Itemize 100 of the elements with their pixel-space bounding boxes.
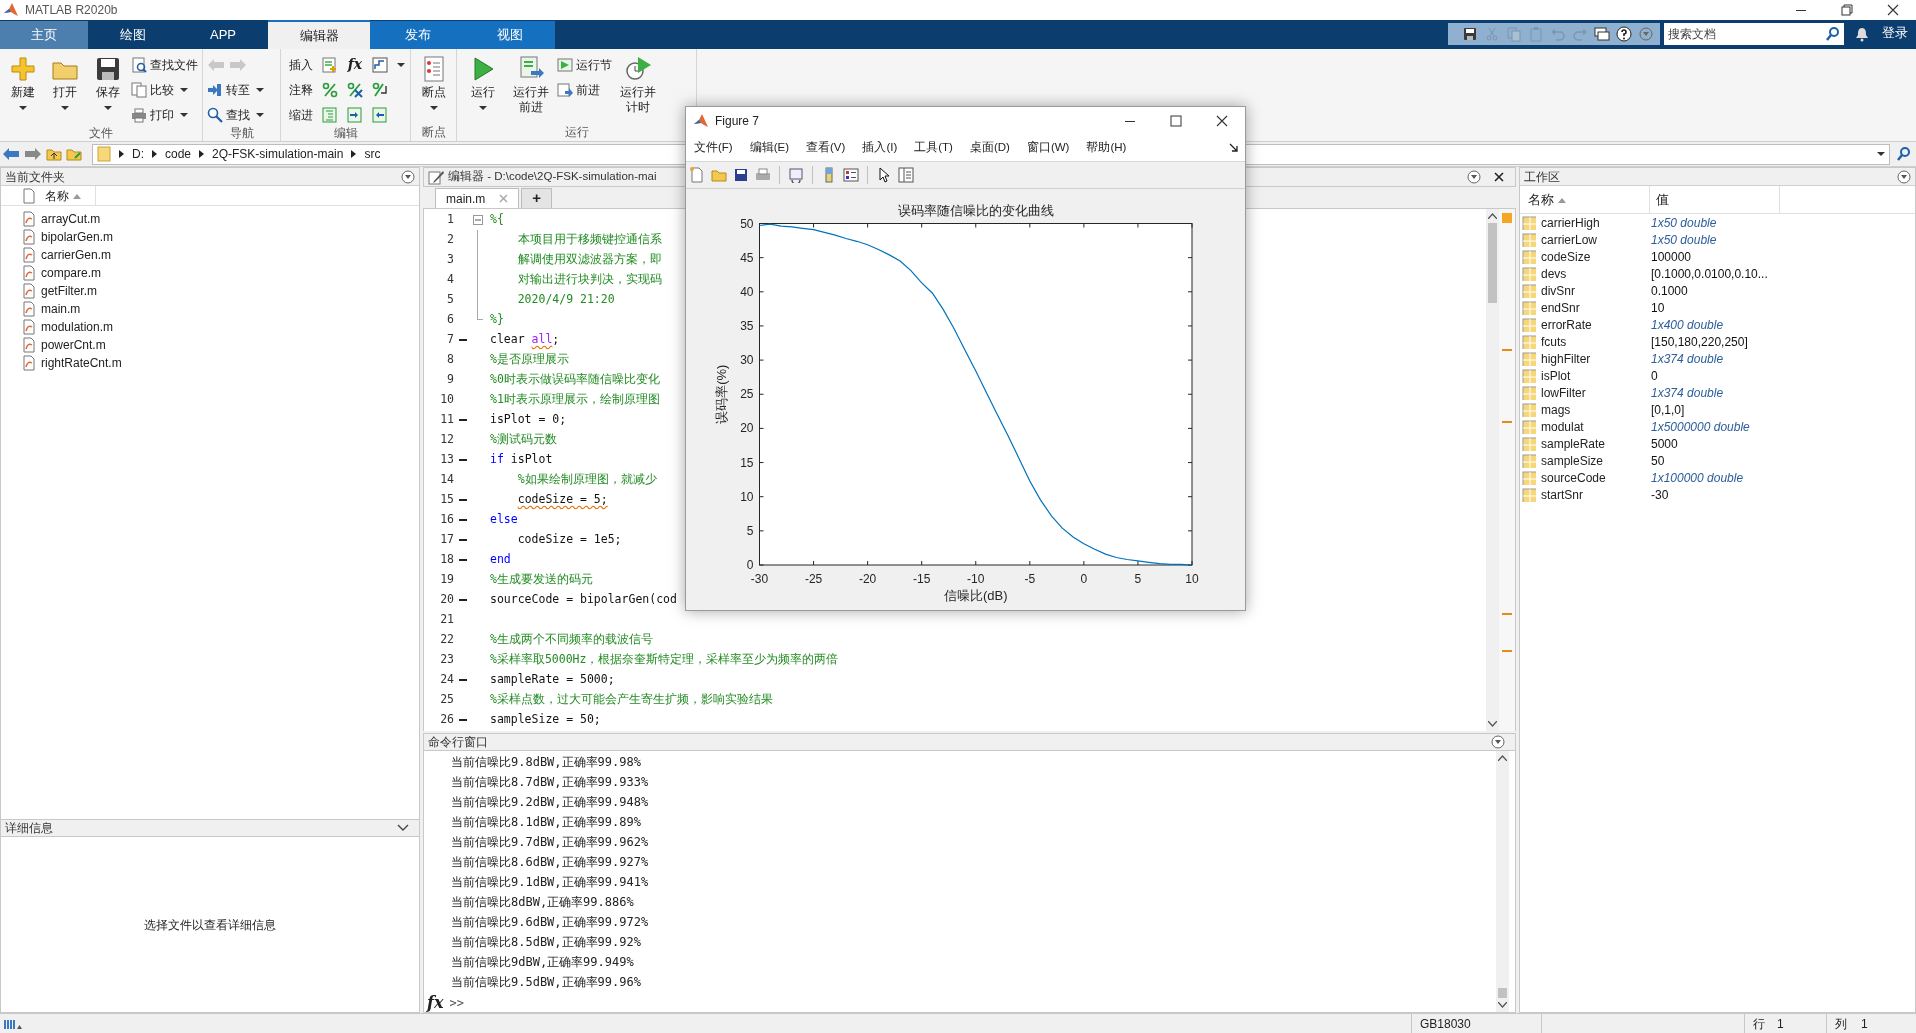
output-line: 当前信噪比9.1dBW,正确率99.941%	[451, 874, 650, 891]
code-line: %是否原理展示	[490, 351, 569, 369]
variable-value: 50	[1651, 452, 1665, 470]
tick-label: 50	[740, 216, 754, 231]
line-number: 25	[439, 691, 454, 709]
tick-label: -10	[967, 572, 985, 586]
variable-name: sourceCode	[1541, 469, 1607, 487]
line-number: 8	[446, 351, 454, 369]
tick-label: 35	[740, 318, 754, 333]
code-line: %{	[490, 211, 504, 229]
output-line: 当前信噪比8.6dBW,正确率99.927%	[451, 854, 650, 871]
variable-name: devs	[1541, 265, 1568, 283]
line-number: 24	[439, 671, 454, 689]
panel-title: 工作区	[1524, 168, 1560, 186]
code-line: 对输出进行块判决，实现码	[516, 271, 662, 289]
line-number: 9	[446, 371, 454, 389]
code-line: 2020/4/9 21:20	[516, 291, 615, 309]
output-line: 当前信噪比8dBW,正确率99.886%	[451, 894, 635, 911]
panel-title: 命令行窗口	[428, 734, 488, 751]
line-number: 7	[446, 331, 454, 349]
line-number: 2	[446, 231, 454, 249]
window-title: Figure 7	[715, 113, 760, 130]
ribbon-label: 注释	[289, 81, 313, 99]
variable-value: 0	[1651, 367, 1658, 385]
variable-value: 0.1000	[1651, 282, 1688, 300]
code-line: sampleSize = 50;	[490, 711, 601, 729]
output-line: 当前信噪比9dBW,正确率99.949%	[451, 954, 635, 971]
tick-label: 40	[740, 284, 754, 299]
variable-value: 10	[1651, 299, 1665, 317]
line-number: 21	[439, 611, 454, 629]
variable-name: startSnr	[1541, 486, 1584, 504]
variable-name: fcuts	[1541, 333, 1568, 351]
code-line: clear all;	[490, 331, 560, 349]
variable-name: divSnr	[1541, 282, 1576, 300]
ribbon-group-label: 导航	[228, 125, 255, 142]
variable-value: 1x374 double	[1651, 384, 1724, 402]
ribbon-group-label: 断点	[420, 124, 447, 141]
command-prompt: >>	[449, 995, 464, 1012]
code-line: %}	[490, 311, 504, 329]
variable-value: 1x50 double	[1651, 214, 1717, 232]
line-number: 22	[439, 631, 454, 649]
tick-label: -25	[804, 572, 823, 586]
ribbon-group-label: 运行	[563, 124, 590, 141]
line-number: 17	[439, 531, 454, 549]
line-number: 16	[439, 511, 454, 529]
line-number: 20	[439, 591, 454, 609]
code-line: %如果绘制原理图，就减少	[516, 471, 657, 489]
chart-title: 误码率随信噪比的变化曲线	[897, 203, 1054, 218]
line-number: 23	[439, 651, 454, 669]
panel-title: 详细信息	[5, 820, 53, 837]
axis-title: 信噪比(dB)	[943, 588, 1008, 603]
output-line: 当前信噪比9.2dBW,正确率99.948%	[451, 794, 650, 811]
variable-name: lowFilter	[1541, 384, 1587, 402]
variable-name: mags	[1541, 401, 1572, 419]
line-number: 6	[446, 311, 454, 329]
tick-label: 10	[740, 489, 754, 504]
variable-name: endSnr	[1541, 299, 1581, 317]
code-line: end	[490, 551, 511, 569]
variable-value: [150,180,220,250]	[1651, 333, 1748, 351]
code-line: codeSize = 1e5;	[516, 531, 622, 549]
output-line: 当前信噪比9.5dBW,正确率99.96%	[451, 974, 642, 991]
column-label: 列	[1835, 1015, 1847, 1033]
tick-label: 0	[746, 558, 754, 572]
variable-value: 1x100000 double	[1651, 469, 1744, 487]
variable-name: isPlot	[1541, 367, 1572, 385]
code-line: %生成要发送的码元	[490, 571, 593, 589]
variable-name: sampleSize	[1541, 452, 1605, 470]
tick-label: 20	[740, 421, 754, 436]
tick-label: -30	[750, 572, 769, 586]
details-message: 选择文件以查看详细信息	[144, 916, 276, 934]
line-number: 26	[439, 711, 454, 729]
variable-name: codeSize	[1541, 248, 1592, 266]
code-line: isPlot = 0;	[490, 411, 567, 429]
code-line: %采样率取5000Hz，根据奈奎斯特定理，采样率至少为频率的两倍	[490, 651, 839, 669]
ribbon-group-label: 编辑	[332, 125, 359, 142]
ribbon-label: 缩进	[289, 106, 313, 124]
variable-value: -30	[1651, 486, 1669, 504]
code-line: 解调使用双滤波器方案，即	[516, 251, 662, 269]
code-line: else	[490, 511, 518, 529]
variable-value: 5000	[1651, 435, 1678, 453]
code-line: %生成两个不同频率的载波信号	[490, 631, 653, 649]
variable-name: carrierHigh	[1541, 214, 1601, 232]
tick-label: 0	[1080, 572, 1088, 586]
tick-label: 25	[740, 387, 754, 402]
tick-label: 5	[1134, 572, 1142, 586]
line-number: 11	[439, 411, 454, 429]
ribbon-group-label: 文件	[88, 125, 114, 142]
line-number: 4	[446, 271, 454, 289]
variable-value: [0.1000,0.0100,0.10...	[1651, 265, 1768, 283]
line-number: 13	[439, 451, 454, 469]
tick-label: 5	[746, 523, 754, 538]
output-line: 当前信噪比9.7dBW,正确率99.962%	[451, 834, 650, 851]
line-label: 行	[1753, 1015, 1765, 1033]
code-line: 本项目用于移频键控通信系	[516, 231, 662, 249]
tick-label: -15	[913, 572, 931, 586]
output-line: 当前信噪比9.6dBW,正确率99.972%	[451, 914, 650, 931]
column-number-value: 1	[1861, 1015, 1868, 1033]
panel-title: 编辑器 - D:\code\2Q-FSK-simulation-mai	[448, 169, 657, 185]
line-number: 1	[446, 211, 454, 229]
line-number: 18	[439, 551, 454, 569]
